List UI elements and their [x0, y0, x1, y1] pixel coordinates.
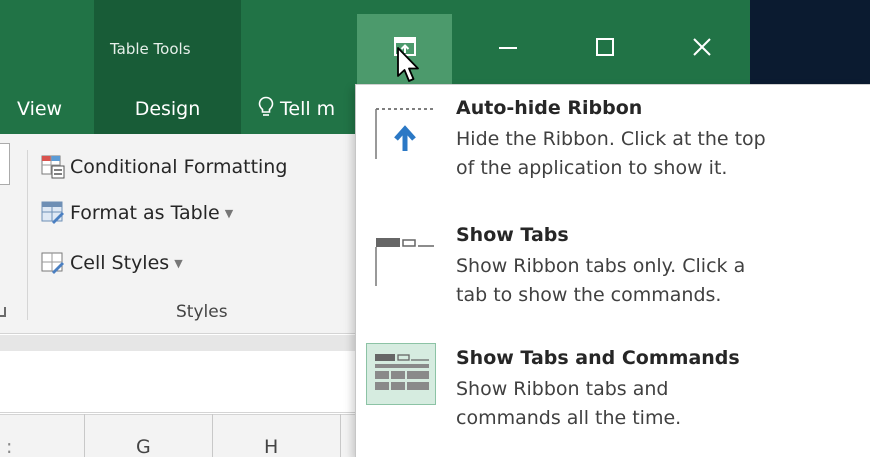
minimize-icon — [499, 47, 517, 49]
styles-group-label: Styles — [176, 302, 228, 322]
cell-styles-dropdown-icon: ▼ — [174, 256, 183, 270]
menu-item-desc-line: Hide the Ribbon. Click at the top — [456, 128, 766, 150]
cell-styles-button[interactable]: Cell Styles ▼ — [40, 246, 183, 280]
minimize-button[interactable] — [460, 14, 557, 84]
menu-item-show-tabs[interactable]: Show Tabs Show Ribbon tabs only. Click a… — [366, 212, 861, 326]
show-tabs-icon — [366, 228, 436, 290]
column-header-h[interactable]: H — [264, 436, 278, 457]
cell-styles-label: Cell Styles — [70, 252, 170, 274]
cell-styles-icon — [40, 250, 66, 276]
ribbon-display-options-menu: Auto-hide Ribbon Hide the Ribbon. Click … — [355, 84, 870, 457]
menu-item-description: Hide the Ribbon. Click at the top of the… — [456, 125, 861, 183]
conditional-formatting-button[interactable]: Conditional Formatting — [40, 150, 287, 184]
column-divider[interactable] — [340, 414, 341, 457]
menu-item-title: Auto-hide Ribbon — [456, 97, 643, 119]
column-divider[interactable] — [84, 414, 85, 457]
group-separator — [27, 150, 28, 320]
menu-item-show-tabs-and-commands[interactable]: Show Tabs and Commands Show Ribbon tabs … — [366, 335, 861, 449]
menu-item-desc-line: of the application to show it. — [456, 157, 728, 179]
close-icon — [693, 38, 711, 56]
tell-me-box[interactable]: Tell m — [258, 84, 335, 134]
conditional-formatting-icon — [40, 154, 66, 180]
restore-button[interactable] — [557, 14, 654, 84]
tab-design[interactable]: Design — [94, 84, 241, 134]
title-bar-overflow — [750, 0, 870, 84]
column-header-g[interactable]: G — [136, 436, 151, 457]
menu-item-auto-hide-ribbon[interactable]: Auto-hide Ribbon Hide the Ribbon. Click … — [366, 85, 861, 199]
previous-group-edge — [0, 143, 10, 185]
menu-item-desc-line: Show Ribbon tabs only. Click a — [456, 255, 746, 277]
menu-item-desc-line: commands all the time. — [456, 407, 682, 429]
tab-view[interactable]: View — [17, 84, 62, 134]
menu-item-title: Show Tabs — [456, 224, 569, 246]
auto-hide-ribbon-icon — [366, 101, 436, 163]
show-tabs-and-commands-icon — [366, 343, 436, 405]
menu-item-desc-line: tab to show the commands. — [456, 284, 722, 306]
conditional-formatting-label: Conditional Formatting — [70, 156, 288, 178]
column-header-partial[interactable]: : — [6, 436, 12, 457]
format-as-table-dropdown-icon: ▼ — [224, 206, 234, 220]
format-as-table-label: Format as Table — [70, 202, 220, 224]
column-divider[interactable] — [212, 414, 213, 457]
close-button[interactable] — [654, 14, 751, 84]
restore-icon — [596, 38, 614, 56]
lightbulb-icon — [258, 96, 274, 116]
menu-item-desc-line: Show Ribbon tabs and — [456, 378, 669, 400]
dialog-launcher-icon[interactable] — [0, 307, 6, 317]
menu-item-description: Show Ribbon tabs and commands all the ti… — [456, 375, 861, 433]
contextual-tab-group-label: Table Tools — [110, 40, 191, 58]
format-as-table-icon — [40, 200, 66, 226]
menu-item-title: Show Tabs and Commands — [456, 347, 740, 369]
mouse-cursor-icon — [397, 47, 419, 82]
format-as-table-button[interactable]: Format as Table ▼ — [40, 196, 233, 230]
menu-item-description: Show Ribbon tabs only. Click a tab to sh… — [456, 252, 861, 310]
tell-me-text: Tell m — [280, 98, 336, 120]
